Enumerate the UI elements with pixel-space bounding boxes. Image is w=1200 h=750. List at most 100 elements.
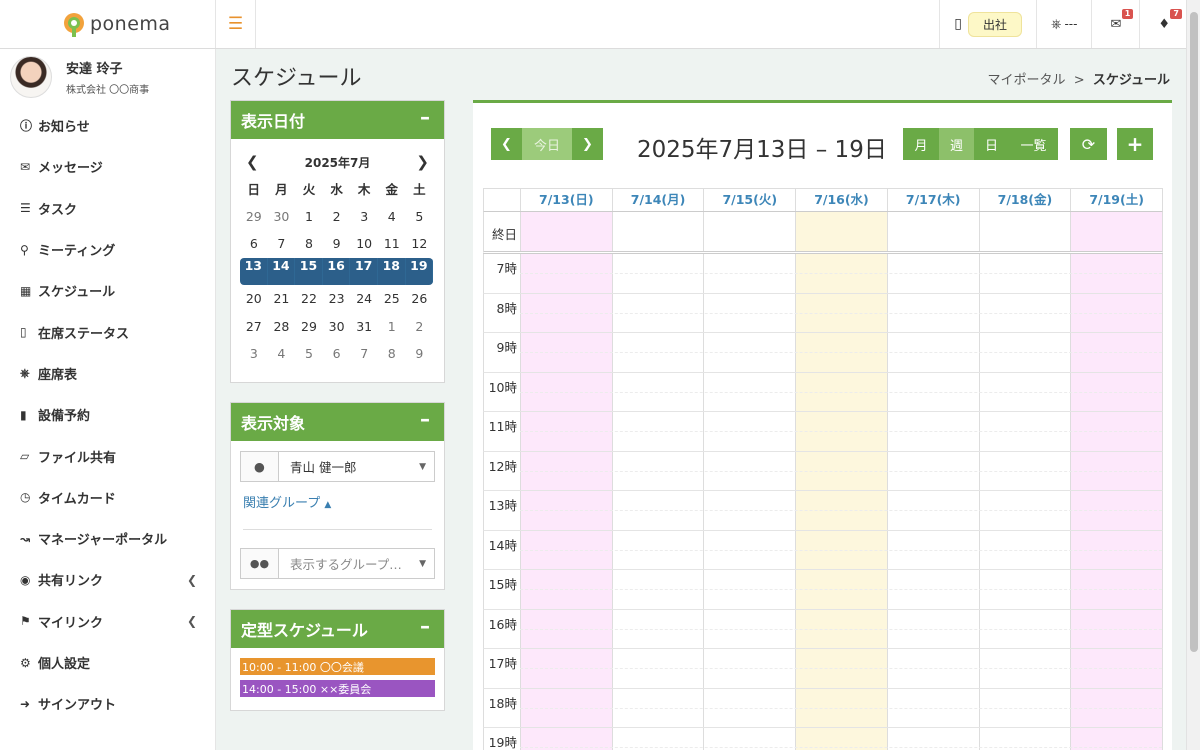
sidebar-item-book[interactable]: ▮ 設備予約	[0, 394, 215, 435]
week-row[interactable]: 6 7 8 9 10 11 12	[240, 230, 435, 258]
day-cell[interactable]: 23	[323, 291, 351, 306]
allday-cell[interactable]	[795, 212, 887, 251]
view-button[interactable]: 日	[974, 128, 1009, 160]
time-slot[interactable]	[519, 728, 612, 750]
time-slot[interactable]	[886, 451, 979, 490]
time-slot[interactable]	[703, 491, 795, 530]
time-slot[interactable]	[703, 609, 795, 648]
time-slot[interactable]	[519, 372, 612, 411]
day-cell[interactable]: 2	[323, 209, 351, 224]
sidebar-item-gear[interactable]: ⚙ 個人設定	[0, 642, 215, 683]
time-slot[interactable]	[1070, 451, 1162, 490]
collapse-icon[interactable]: –	[420, 407, 430, 431]
time-slot[interactable]	[978, 530, 1071, 569]
time-slot[interactable]	[611, 333, 704, 372]
related-group-toggle[interactable]: 関連グループ ▲	[243, 492, 432, 530]
time-slot[interactable]	[1070, 728, 1162, 750]
time-slot[interactable]	[795, 609, 887, 648]
time-slot[interactable]	[611, 688, 704, 727]
time-slot[interactable]	[978, 728, 1071, 750]
time-slot[interactable]	[703, 530, 795, 569]
day-cell[interactable]: 3	[240, 346, 268, 361]
time-slot[interactable]	[886, 254, 979, 293]
person-select[interactable]: ● 青山 健一郎 ▼	[240, 451, 435, 482]
day-cell[interactable]: 7	[350, 346, 378, 361]
time-slot[interactable]	[1070, 372, 1162, 411]
time-slot[interactable]	[886, 333, 979, 372]
time-slot[interactable]	[886, 728, 979, 750]
time-slot[interactable]	[519, 412, 612, 451]
time-slot[interactable]	[1070, 293, 1162, 332]
time-slot[interactable]	[795, 530, 887, 569]
day-cell[interactable]: 17	[350, 257, 378, 285]
sidebar-item-calendar[interactable]: ▦ スケジュール	[0, 270, 215, 311]
time-slot[interactable]	[611, 649, 704, 688]
time-slot[interactable]	[703, 570, 795, 609]
day-cell[interactable]: 25	[378, 291, 406, 306]
day-cell[interactable]: 1	[295, 209, 323, 224]
week-row[interactable]: 20 21 22 23 24 25 26	[240, 285, 435, 313]
time-slot[interactable]	[1070, 530, 1162, 569]
prev-month-icon[interactable]: ❮	[246, 153, 259, 171]
time-slot[interactable]	[519, 293, 612, 332]
time-slot[interactable]	[611, 728, 704, 750]
time-slot[interactable]	[886, 491, 979, 530]
time-slot[interactable]	[519, 254, 612, 293]
sidebar-item-sign-out[interactable]: ➜ サインアウト	[0, 683, 215, 724]
day-cell[interactable]: 16	[323, 257, 351, 285]
sidebar-item-info[interactable]: ⓘ お知らせ	[0, 105, 215, 146]
time-slot[interactable]	[519, 570, 612, 609]
day-cell[interactable]: 22	[295, 291, 323, 306]
sidebar-item-tasks[interactable]: ☰ タスク	[0, 188, 215, 229]
time-slot[interactable]	[886, 609, 979, 648]
group-select[interactable]: ●● 表示するグループ… ▼	[240, 548, 435, 579]
day-cell[interactable]: 29	[295, 319, 323, 334]
logo[interactable]: ponema	[0, 0, 216, 48]
day-cell[interactable]: 30	[268, 209, 296, 224]
notification-button[interactable]: ♦ 7	[1139, 0, 1188, 48]
time-slot[interactable]	[978, 293, 1071, 332]
day-cell[interactable]: 2	[406, 319, 434, 334]
sidebar-item-comments[interactable]: ⚲ ミーティング	[0, 229, 215, 270]
scrollbar-thumb[interactable]	[1190, 12, 1198, 652]
time-slot[interactable]	[795, 728, 887, 750]
time-slot[interactable]	[611, 491, 704, 530]
time-slot[interactable]	[1070, 609, 1162, 648]
time-slot[interactable]	[703, 333, 795, 372]
time-slot[interactable]	[886, 530, 979, 569]
day-cell[interactable]: 6	[323, 346, 351, 361]
allday-cell[interactable]	[886, 212, 979, 251]
time-slot[interactable]	[795, 570, 887, 609]
breadcrumb-parent[interactable]: マイポータル	[987, 73, 1065, 88]
page-scrollbar[interactable]	[1186, 0, 1200, 750]
day-header[interactable]: 7/19(土)	[1070, 189, 1162, 211]
day-cell[interactable]: 20	[240, 291, 268, 306]
time-slot[interactable]	[978, 412, 1071, 451]
sidebar-item-clock[interactable]: ◷ タイムカード	[0, 477, 215, 518]
sidebar-item-presence[interactable]: ▯ 在席ステータス	[0, 311, 215, 352]
allday-cell[interactable]	[1070, 212, 1162, 251]
day-header[interactable]: 7/16(水)	[795, 189, 887, 211]
day-cell[interactable]: 6	[240, 236, 268, 251]
time-slot[interactable]	[886, 372, 979, 411]
day-cell[interactable]: 14	[268, 257, 296, 285]
time-slot[interactable]	[1070, 491, 1162, 530]
time-slot[interactable]	[795, 649, 887, 688]
day-cell[interactable]: 29	[240, 209, 268, 224]
time-slot[interactable]	[795, 293, 887, 332]
day-cell[interactable]: 24	[350, 291, 378, 306]
week-row[interactable]: 27 28 29 30 31 1 2	[240, 313, 435, 341]
day-cell[interactable]: 4	[378, 209, 406, 224]
collapse-icon[interactable]: –	[420, 614, 430, 638]
time-slot[interactable]	[611, 609, 704, 648]
time-slot[interactable]	[795, 333, 887, 372]
time-slot[interactable]	[703, 372, 795, 411]
day-cell[interactable]: 26	[406, 291, 434, 306]
day-cell[interactable]: 9	[323, 236, 351, 251]
sidebar-item-folder[interactable]: ▱ ファイル共有	[0, 435, 215, 476]
time-slot[interactable]	[886, 293, 979, 332]
sidebar-item-chair[interactable]: ⎈ 座席表	[0, 353, 215, 394]
time-slot[interactable]	[703, 728, 795, 750]
week-row[interactable]: 3456789	[240, 340, 435, 368]
time-slot[interactable]	[611, 530, 704, 569]
